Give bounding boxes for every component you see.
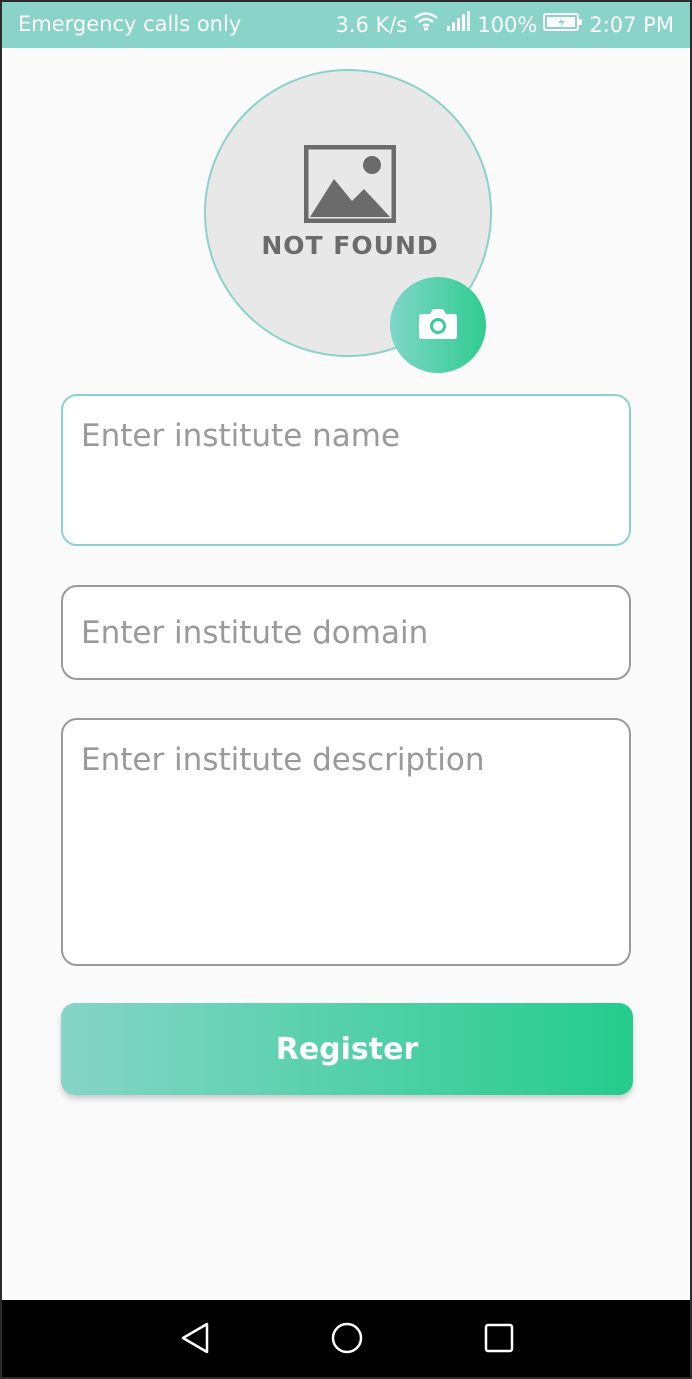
carrier-status: Emergency calls only [18, 12, 242, 36]
back-icon[interactable] [177, 1318, 217, 1358]
institute-description-input[interactable] [61, 718, 631, 966]
signal-icon [445, 10, 471, 40]
institute-name-input[interactable] [61, 394, 631, 546]
not-found-label: NOT FOUND [261, 231, 439, 260]
change-photo-button[interactable] [390, 277, 486, 373]
status-bar: Emergency calls only 3.6 K/s 100% 2:07 P… [2, 2, 690, 48]
camera-icon [418, 306, 458, 344]
institute-domain-input[interactable] [61, 585, 631, 680]
clock: 2:07 PM [589, 13, 674, 37]
battery-icon [543, 10, 583, 40]
wifi-icon [413, 10, 439, 40]
network-speed: 3.6 K/s [335, 13, 408, 37]
battery-percent: 100% [477, 13, 538, 37]
status-right: 3.6 K/s 100% 2:07 PM [335, 10, 674, 40]
home-icon[interactable] [327, 1318, 367, 1358]
image-placeholder-icon [303, 144, 397, 227]
app-screen: Emergency calls only 3.6 K/s 100% 2:07 P… [0, 0, 692, 1379]
navigation-bar [2, 1300, 690, 1377]
register-button[interactable]: Register [61, 1003, 633, 1095]
recent-apps-icon[interactable] [479, 1318, 519, 1358]
